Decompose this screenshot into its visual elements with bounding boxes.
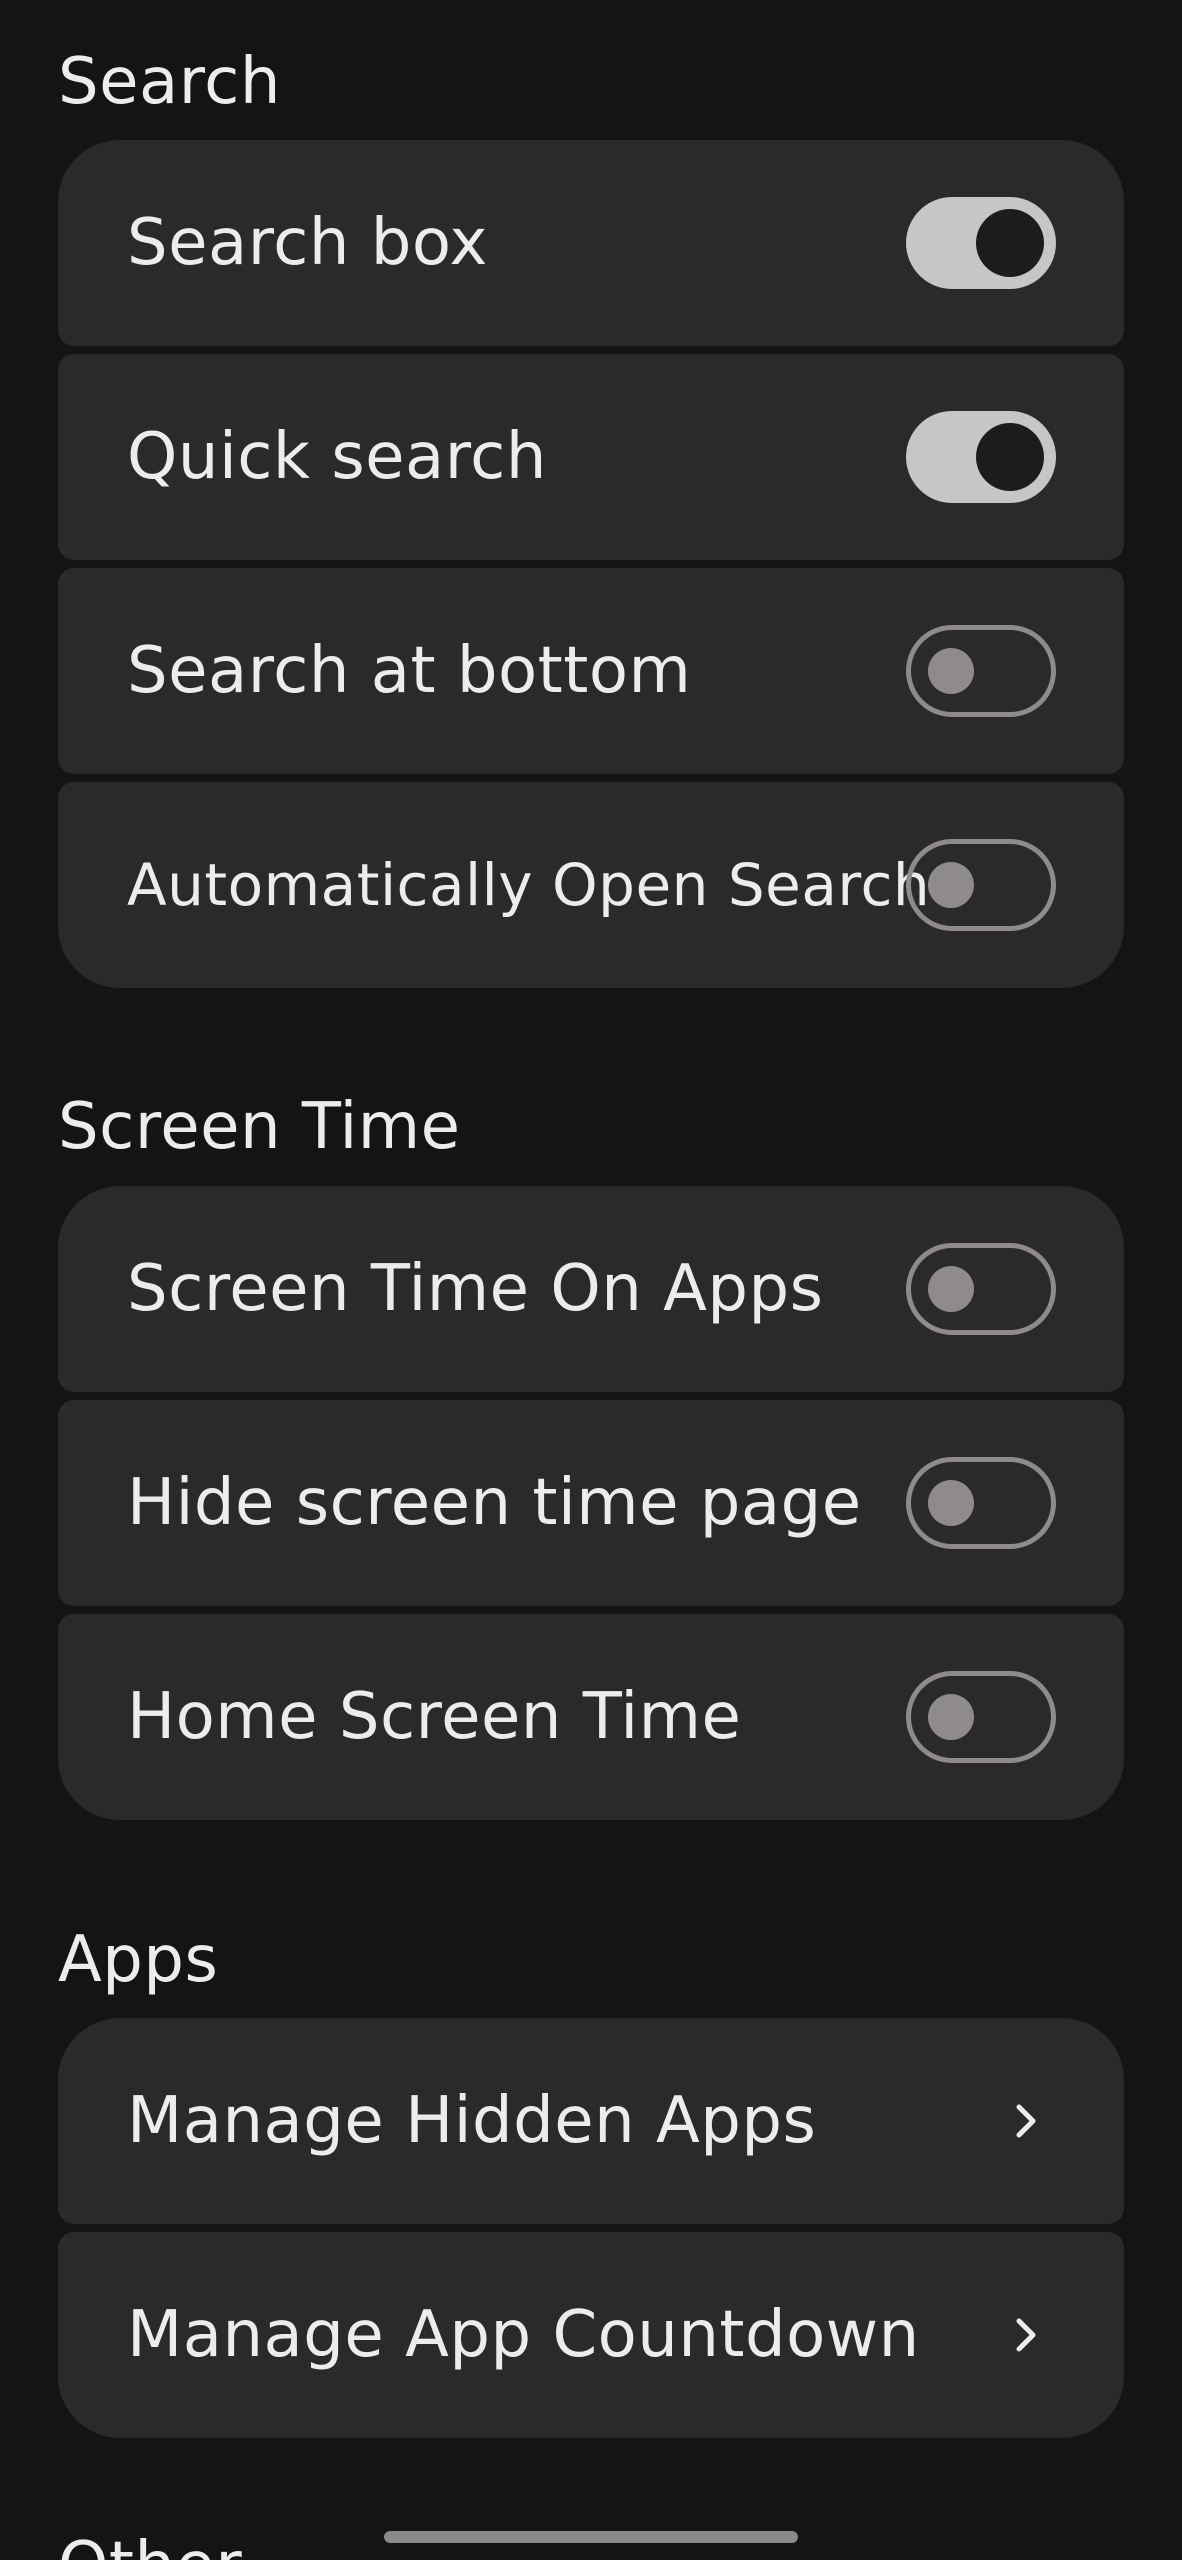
setting-row-search-at-bottom[interactable]: Search at bottom: [58, 568, 1124, 774]
search-at-bottom-toggle[interactable]: [906, 625, 1056, 717]
setting-row-hide-screen-time-page[interactable]: Hide screen time page: [58, 1400, 1124, 1606]
setting-label: Manage Hidden Apps: [127, 2084, 817, 2158]
toggle-knob: [976, 423, 1044, 491]
toggle-knob: [928, 1694, 974, 1740]
setting-row-quick-search[interactable]: Quick search: [58, 354, 1124, 560]
section-title-apps: Apps: [58, 1923, 219, 1997]
section-title-other: Other: [58, 2534, 242, 2560]
settings-screen: Search Search box Quick search Search at…: [0, 0, 1182, 2560]
setting-label: Search at bottom: [127, 634, 692, 708]
auto-open-search-toggle[interactable]: [906, 839, 1056, 931]
search-settings-group: Search box Quick search Search at bottom…: [58, 140, 1124, 988]
toggle-knob: [976, 209, 1044, 277]
toggle-knob: [928, 648, 974, 694]
setting-label: Quick search: [127, 420, 547, 494]
setting-row-screen-time-on-apps[interactable]: Screen Time On Apps: [58, 1186, 1124, 1392]
setting-label: Home Screen Time: [127, 1680, 742, 1754]
toggle-knob: [928, 862, 974, 908]
screen-time-settings-group: Screen Time On Apps Hide screen time pag…: [58, 1186, 1124, 1820]
setting-label: Search box: [127, 206, 488, 280]
section-title-search: Search: [58, 45, 281, 119]
setting-row-manage-hidden-apps[interactable]: Manage Hidden Apps: [58, 2018, 1124, 2224]
search-box-toggle[interactable]: [906, 197, 1056, 289]
setting-label: Manage App Countdown: [127, 2298, 920, 2372]
quick-search-toggle[interactable]: [906, 411, 1056, 503]
chevron-right-icon: [1006, 2315, 1046, 2355]
apps-settings-group: Manage Hidden Apps Manage App Countdown: [58, 2018, 1124, 2438]
chevron-right-icon: [1006, 2101, 1046, 2141]
home-indicator[interactable]: [384, 2531, 798, 2543]
setting-row-manage-app-countdown[interactable]: Manage App Countdown: [58, 2232, 1124, 2438]
setting-label: Automatically Open Search: [127, 851, 931, 919]
toggle-knob: [928, 1266, 974, 1312]
setting-row-home-screen-time[interactable]: Home Screen Time: [58, 1614, 1124, 1820]
setting-label: Screen Time On Apps: [127, 1252, 824, 1326]
setting-label: Hide screen time page: [127, 1466, 862, 1540]
home-screen-time-toggle[interactable]: [906, 1671, 1056, 1763]
setting-row-auto-open-search[interactable]: Automatically Open Search: [58, 782, 1124, 988]
screen-time-on-apps-toggle[interactable]: [906, 1243, 1056, 1335]
setting-row-search-box[interactable]: Search box: [58, 140, 1124, 346]
hide-screen-time-page-toggle[interactable]: [906, 1457, 1056, 1549]
toggle-knob: [928, 1480, 974, 1526]
section-title-screen-time: Screen Time: [58, 1090, 461, 1164]
